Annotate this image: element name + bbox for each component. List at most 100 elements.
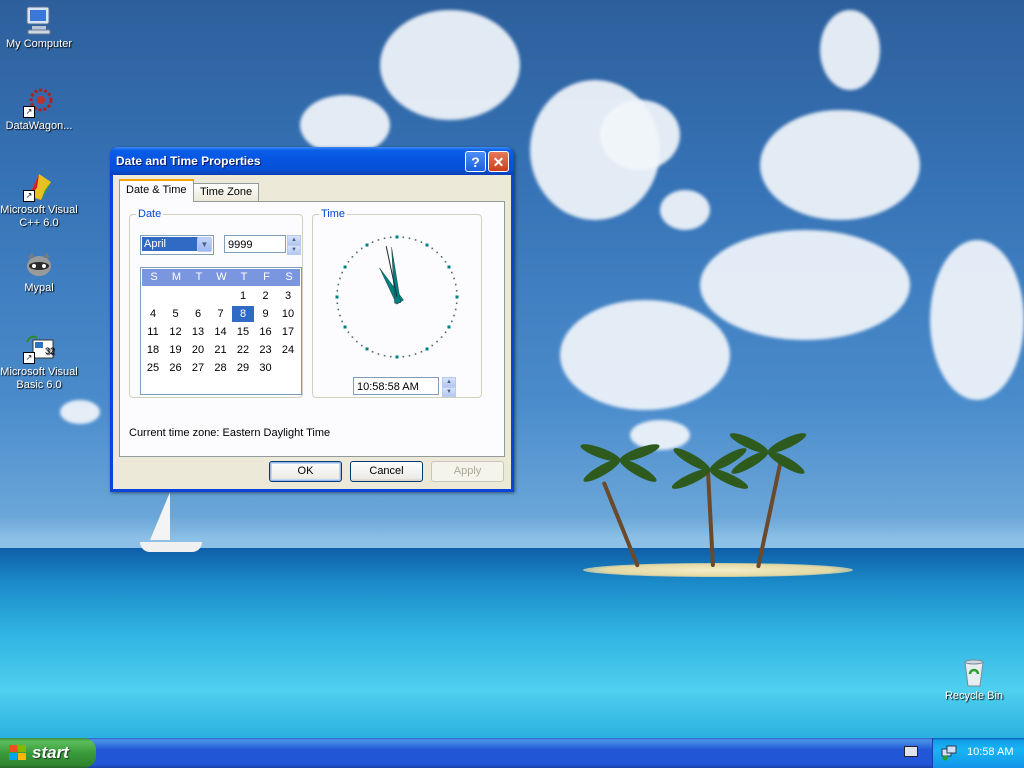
calendar-day[interactable]: 22 <box>232 342 254 358</box>
clock-minute-mark <box>455 302 458 305</box>
calendar-day[interactable]: 13 <box>187 324 209 340</box>
date-group-label: Date <box>136 208 164 220</box>
clock-hour-mark <box>455 295 459 299</box>
calendar-day[interactable]: 2 <box>255 288 277 304</box>
calendar-day[interactable]: 14 <box>210 324 232 340</box>
desktop-icon-my-computer[interactable]: My Computer <box>0 4 78 51</box>
calendar-day[interactable]: 1 <box>232 288 254 304</box>
clock-minute-mark <box>360 247 363 250</box>
clock-minute-mark <box>336 302 339 305</box>
calendar-day[interactable]: 16 <box>255 324 277 340</box>
raccoon-icon <box>23 248 55 280</box>
calendar-day[interactable]: 3 <box>277 288 299 304</box>
clock-minute-mark <box>414 353 417 355</box>
computer-icon <box>23 4 55 36</box>
calendar-day[interactable]: 10 <box>277 306 299 322</box>
desktop-icon-visual-cpp[interactable]: ↗ Microsoft Visual C++ 6.0 <box>0 170 78 230</box>
calendar-day[interactable]: 20 <box>187 342 209 358</box>
calendar-day[interactable]: 19 <box>165 342 187 358</box>
desktop-icon-datawagon[interactable]: ↗ DataWagon... <box>0 86 78 133</box>
window-titlebar[interactable]: Date and Time Properties ? ✕ <box>110 147 514 175</box>
spin-up-icon[interactable]: ▲ <box>442 377 456 387</box>
clock-minute-mark <box>341 271 343 274</box>
clock-minute-mark <box>337 308 340 311</box>
apply-button[interactable]: Apply <box>431 461 504 482</box>
calendar-day[interactable]: 11 <box>142 324 164 340</box>
clock-minute-mark <box>402 236 405 239</box>
calendar-day[interactable]: 6 <box>187 306 209 322</box>
clock-minute-mark <box>455 289 458 292</box>
clock-hour-mark <box>365 347 369 351</box>
calendar-day[interactable]: 24 <box>277 342 299 358</box>
year-spinner[interactable]: ▲ ▼ <box>287 235 301 255</box>
calendar-day[interactable]: 12 <box>165 324 187 340</box>
desktop-icon-recycle-bin[interactable]: Recycle Bin <box>935 656 1013 703</box>
svg-text:32: 32 <box>45 346 55 356</box>
month-calendar[interactable]: SMTWTFS 1 2 3 4 5 6 7 8 9 10 11 12 13 14 15 16 17 18 19 20 2… <box>140 267 302 395</box>
clock-hour-mark <box>343 265 347 269</box>
clock-minute-mark <box>440 256 443 258</box>
tab-time-zone[interactable]: Time Zone <box>193 183 260 201</box>
year-field[interactable]: 9999 <box>224 235 286 253</box>
network-icon[interactable] <box>941 745 957 761</box>
calendar-day[interactable]: 23 <box>255 342 277 358</box>
close-button[interactable]: ✕ <box>488 151 509 172</box>
weekday-header: F <box>263 271 270 283</box>
calendar-day[interactable]: 15 <box>232 324 254 340</box>
calendar-day[interactable]: 26 <box>165 360 187 376</box>
calendar-day[interactable]: 4 <box>142 306 164 322</box>
calendar-day[interactable]: 30 <box>255 360 277 376</box>
clock-minute-mark <box>360 344 363 347</box>
month-select[interactable]: April ▼ <box>140 235 214 255</box>
cancel-button[interactable]: Cancel <box>350 461 423 482</box>
taskbar-clock[interactable]: 10:58 AM <box>967 746 1013 758</box>
calendar-day[interactable]: 5 <box>165 306 187 322</box>
clock-minute-mark <box>414 239 417 241</box>
window-client-area: Date & Time Time Zone Date April ▼ 9999 … <box>113 175 511 489</box>
clock-minute-mark <box>453 277 455 280</box>
calendar-day[interactable]: 21 <box>210 342 232 358</box>
spin-up-icon[interactable]: ▲ <box>287 235 301 245</box>
time-field[interactable]: 10:58:58 AM <box>353 377 439 395</box>
chevron-down-icon[interactable]: ▼ <box>197 237 212 252</box>
clock-minute-mark <box>383 354 386 357</box>
clock-minute-mark <box>341 320 343 323</box>
desktop-icon-label: Microsoft Visual Basic 6.0 <box>0 366 78 391</box>
weekday-header: T <box>240 271 248 283</box>
start-button[interactable]: start <box>0 738 96 768</box>
sailboat <box>150 492 170 540</box>
clock-minute-mark <box>444 331 447 334</box>
calendar-day[interactable]: 25 <box>142 360 164 376</box>
calendar-day-selected[interactable]: 8 <box>232 306 254 322</box>
calendar-day[interactable]: 17 <box>277 324 299 340</box>
date-group: Date April ▼ 9999 ▲ ▼ SMTWTFS 1234567891… <box>129 208 303 398</box>
calendar-weekday-header: SMTWTFS <box>142 269 300 286</box>
desktop-icon-visual-basic[interactable]: 32 ↗ Microsoft Visual Basic 6.0 <box>0 332 78 392</box>
clock-hour-mark <box>343 325 347 329</box>
time-spinner[interactable]: ▲ ▼ <box>442 377 456 397</box>
calendar-day[interactable]: 18 <box>142 342 164 358</box>
weekday-header: S <box>150 271 158 283</box>
clock-minute-mark <box>431 344 434 347</box>
desktop-icon-mypal[interactable]: Mypal <box>0 248 78 295</box>
calendar-day[interactable]: 7 <box>210 306 232 322</box>
calendar-day[interactable]: 27 <box>187 360 209 376</box>
calendar-day[interactable]: 9 <box>255 306 277 322</box>
help-button[interactable]: ? <box>465 151 486 172</box>
clock-minute-mark <box>351 256 354 258</box>
keyboard-icon[interactable] <box>904 746 918 757</box>
time-group-label: Time <box>319 208 348 220</box>
clock-hour-mark <box>447 325 451 329</box>
ok-button[interactable]: OK <box>269 461 342 482</box>
clock-minute-mark <box>402 355 405 358</box>
clock-minute-mark <box>337 283 340 286</box>
close-icon: ✕ <box>492 154 505 170</box>
windows-logo-icon <box>9 745 27 761</box>
calendar-day[interactable]: 29 <box>232 360 254 376</box>
clock-minute-mark <box>336 289 339 292</box>
tab-date-time[interactable]: Date & Time <box>119 179 194 202</box>
spin-down-icon[interactable]: ▼ <box>287 245 301 255</box>
calendar-day[interactable]: 28 <box>210 360 232 376</box>
spin-down-icon[interactable]: ▼ <box>442 387 456 397</box>
visual-cpp-icon: ↗ <box>23 170 55 202</box>
